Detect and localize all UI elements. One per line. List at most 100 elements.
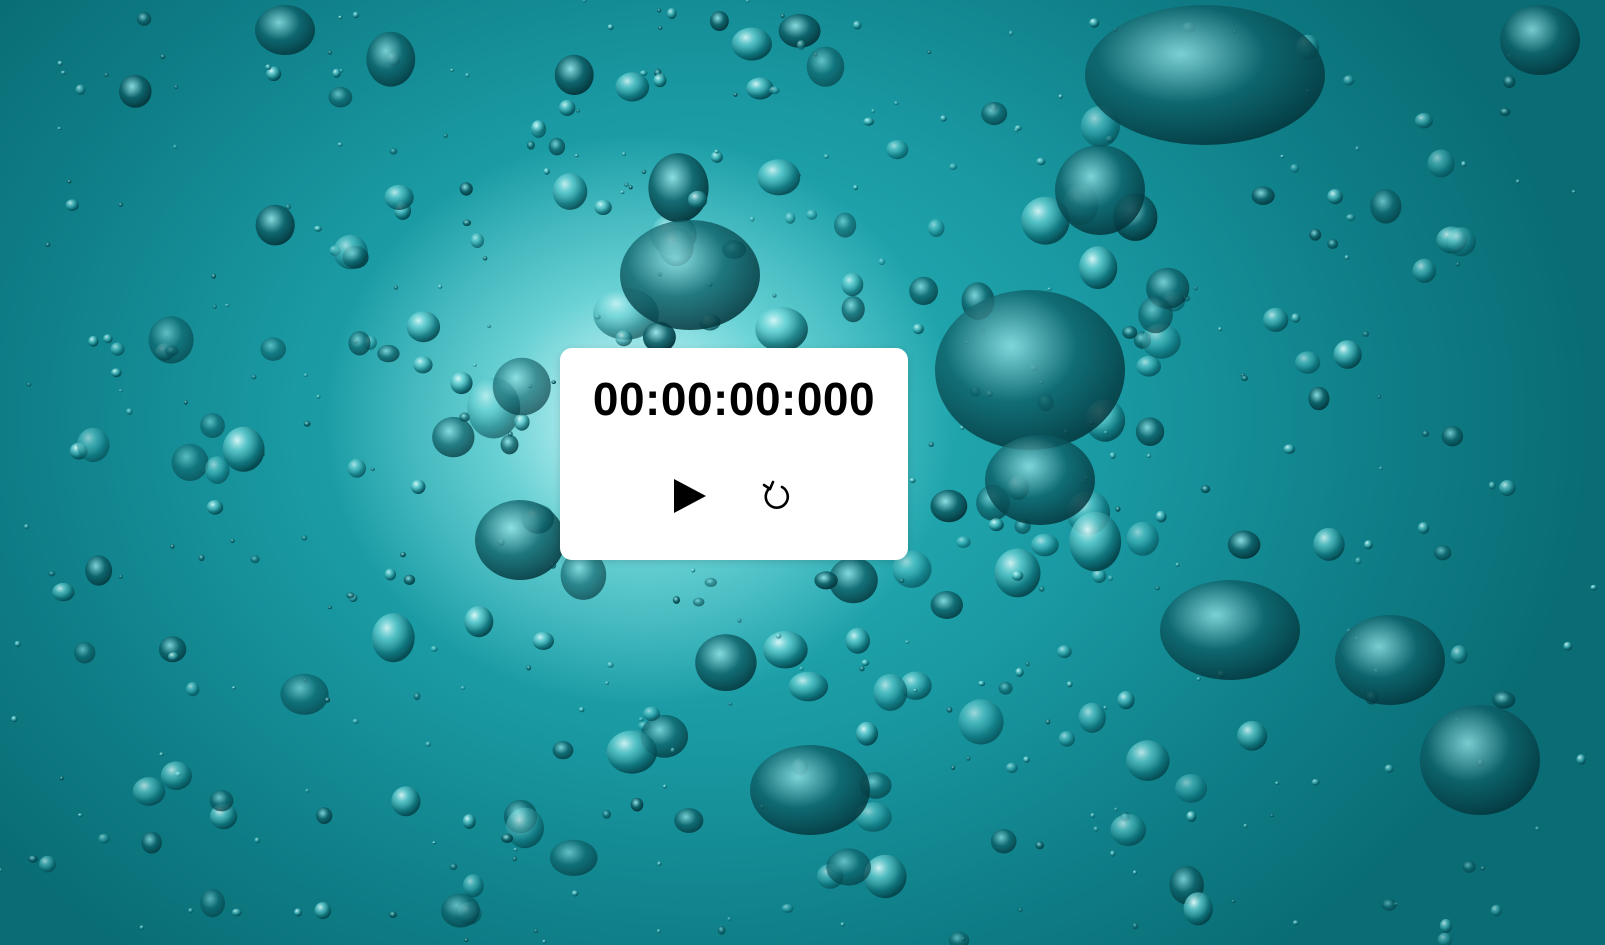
bubble — [788, 671, 829, 702]
bubble — [1126, 521, 1159, 556]
bubble — [328, 86, 353, 108]
bubble — [912, 323, 924, 335]
bubble — [981, 101, 1008, 126]
bubble — [657, 861, 662, 866]
bubble — [940, 115, 947, 122]
bubble — [26, 382, 32, 387]
bubble — [103, 72, 110, 78]
bubble — [840, 922, 845, 927]
bubble — [513, 848, 518, 852]
bubble — [1011, 570, 1024, 581]
bubble — [1251, 186, 1275, 205]
bubble — [704, 577, 717, 588]
bubble — [1218, 327, 1223, 332]
bubble — [1535, 826, 1540, 831]
bubble — [727, 917, 732, 921]
stopwatch-card: 00:00:00:000 — [560, 348, 908, 560]
bubble — [118, 202, 124, 207]
bubble — [254, 837, 260, 844]
bubble — [966, 756, 971, 761]
bubble — [200, 413, 225, 438]
bubble — [514, 413, 530, 431]
bubble — [526, 665, 532, 671]
reset-button[interactable] — [756, 474, 800, 518]
bubble — [39, 855, 56, 873]
play-button[interactable] — [668, 474, 712, 518]
bubble — [174, 84, 179, 90]
bubble — [930, 591, 963, 619]
bubble — [1227, 530, 1261, 559]
bubble — [384, 184, 414, 210]
bubble — [1462, 860, 1476, 873]
bubble — [1103, 705, 1108, 710]
bubble — [371, 613, 415, 663]
bubble — [1057, 645, 1072, 659]
bubble — [389, 148, 398, 155]
bubble — [985, 435, 1095, 525]
bubble — [346, 592, 355, 599]
bubble — [693, 597, 705, 607]
bubble — [1240, 375, 1249, 382]
bubble — [886, 140, 909, 160]
bubble — [935, 290, 1125, 450]
bubble — [1175, 774, 1208, 803]
bubble — [710, 11, 729, 31]
bubble — [1175, 562, 1180, 567]
bubble — [57, 60, 63, 66]
bubble — [1311, 778, 1320, 786]
bubble — [1327, 238, 1339, 249]
bubble — [1039, 586, 1045, 592]
bubble — [1488, 481, 1496, 490]
bubble — [231, 908, 242, 917]
bubble — [1146, 453, 1152, 459]
bubble — [826, 848, 871, 886]
bubble — [958, 699, 1004, 745]
bubble — [1103, 430, 1108, 435]
bubble — [1290, 164, 1300, 173]
bubble — [1590, 584, 1598, 591]
bubble — [301, 535, 308, 541]
bubble — [548, 137, 566, 156]
bubble — [909, 276, 938, 306]
bubble — [695, 634, 757, 691]
bubble — [211, 273, 217, 279]
bubble — [85, 555, 113, 586]
bubble — [1031, 533, 1059, 557]
bubble — [111, 368, 122, 378]
bubble — [733, 92, 738, 97]
bubble — [841, 273, 864, 297]
bubble — [845, 627, 870, 654]
bubble — [657, 8, 662, 13]
bubble — [118, 574, 123, 579]
bubble — [280, 673, 329, 715]
bubble — [653, 73, 667, 88]
bubble — [594, 199, 612, 215]
bubble — [1231, 899, 1236, 903]
bubble — [1200, 485, 1211, 494]
bubble — [333, 234, 368, 270]
bubble — [260, 337, 287, 361]
bubble — [978, 680, 986, 687]
bubble — [775, 633, 782, 639]
bubble — [1420, 705, 1540, 815]
bubble — [148, 316, 194, 364]
bubble — [337, 142, 343, 147]
bubble — [45, 242, 51, 247]
bubble — [946, 706, 953, 713]
bubble — [450, 68, 455, 72]
bubble — [1155, 510, 1167, 523]
bubble — [1335, 615, 1445, 705]
bubble — [425, 741, 432, 747]
bubble — [74, 641, 96, 664]
bubble — [615, 330, 633, 347]
bubble — [1291, 313, 1301, 323]
bubble — [571, 890, 579, 897]
bubble — [160, 53, 166, 60]
bubble — [780, 13, 785, 19]
bubble — [605, 681, 609, 685]
bubble — [1183, 892, 1213, 926]
bubble — [459, 182, 473, 196]
bubble — [470, 233, 484, 249]
bubble — [602, 809, 611, 819]
bubble — [674, 808, 704, 833]
